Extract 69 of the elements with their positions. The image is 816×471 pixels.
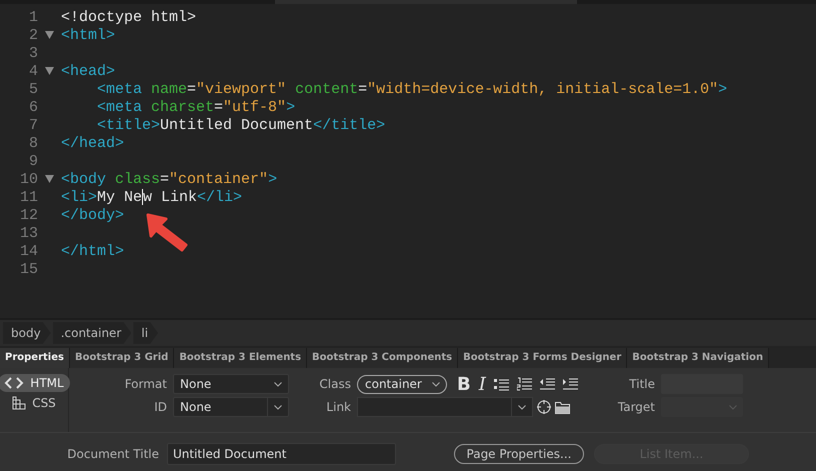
code-line: </head> (61, 134, 124, 152)
panel-tab[interactable]: Bootstrap 3 Forms Designer (458, 348, 628, 368)
chevron-icon (274, 404, 282, 410)
code-line: <html> (61, 26, 116, 44)
folder-icon[interactable] (555, 400, 570, 414)
chevron-icon (729, 404, 737, 410)
code-line: <title>Untitled Document</title> (96, 116, 386, 134)
line-number: 1 (28, 8, 38, 26)
link-field[interactable] (357, 397, 533, 417)
breadcrumb-item[interactable]: body (3, 322, 51, 344)
code-line: </body> (61, 206, 124, 224)
line-number: 10 (18, 170, 38, 188)
grid-icon (12, 396, 26, 410)
code-icon (4, 376, 24, 390)
panel-tab[interactable]: Bootstrap 3 Navigation (627, 348, 770, 368)
chevron-icon (518, 404, 526, 410)
chevron-icon (432, 382, 440, 386)
italic-button[interactable]: I (478, 374, 486, 394)
line-number: 8 (28, 134, 38, 152)
line-number: 7 (28, 116, 38, 134)
breadcrumb-item[interactable]: li (133, 322, 158, 344)
field-label: Link (325, 400, 351, 414)
panel-tab[interactable]: Properties (0, 348, 70, 368)
crosshair-icon[interactable] (536, 399, 552, 415)
line-number: 15 (18, 260, 38, 278)
line-number: 2 (28, 26, 38, 44)
line-number: 4 (28, 62, 38, 80)
line-number: 6 (28, 98, 38, 116)
line-number: 5 (28, 80, 38, 98)
code-line: </html> (61, 242, 124, 260)
field-label: Format (124, 377, 167, 391)
page-properties-button[interactable]: Page Properties... (454, 444, 584, 464)
panel-tab[interactable]: Bootstrap 3 Grid (70, 348, 174, 368)
chevron-icon (274, 382, 282, 386)
bold-button[interactable]: B (457, 374, 471, 394)
field-label: Class (318, 377, 351, 391)
class-select[interactable]: container (357, 374, 447, 394)
indent-icon[interactable] (562, 378, 578, 390)
fold-icon[interactable] (45, 175, 54, 183)
mode-toggle[interactable]: CSS (6, 394, 62, 412)
breadcrumb-item[interactable]: .container (52, 322, 132, 344)
fold-icon[interactable] (45, 31, 54, 39)
field-label: Title (628, 377, 655, 391)
field-label: Target (616, 400, 655, 414)
field-label: ID (153, 400, 167, 414)
document-title-field[interactable]: Untitled Document (167, 443, 396, 465)
outdent-icon[interactable] (540, 378, 555, 390)
code-line: <li>My New Link</li> (61, 188, 242, 206)
numbered-list-icon[interactable] (516, 377, 532, 391)
code-line: <body class="container"> (61, 170, 278, 188)
line-number: 11 (18, 188, 38, 206)
line-number: 12 (18, 206, 38, 224)
arrow-icon (146, 213, 190, 253)
fold-icon[interactable] (45, 67, 54, 75)
format-select[interactable]: None (173, 374, 289, 394)
code-line: <head> (61, 62, 116, 80)
field-label: Document Title (66, 447, 160, 461)
line-number: 14 (18, 242, 38, 260)
line-number: 9 (28, 152, 38, 170)
mode-toggle[interactable]: HTML (0, 374, 70, 392)
panel-tab[interactable]: Bootstrap 3 Elements (174, 348, 308, 368)
line-number: 3 (28, 44, 38, 62)
code-line: <meta name="viewport" content="width=device-width, initial-scale=1.0"> (96, 80, 728, 98)
line-number: 13 (18, 224, 38, 242)
code-line: <!doctype html> (61, 8, 196, 26)
bullet-list-icon[interactable] (494, 378, 509, 390)
id-select[interactable]: None (173, 397, 289, 417)
code-line: <meta charset="utf-8"> (96, 98, 296, 116)
panel-tab[interactable]: Bootstrap 3 Components (307, 348, 458, 368)
